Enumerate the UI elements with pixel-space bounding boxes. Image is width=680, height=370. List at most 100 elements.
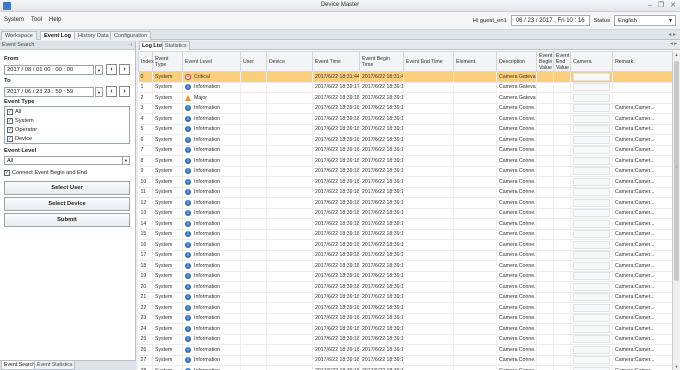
camera-cell-box[interactable]: [573, 93, 610, 102]
from-datetime-input[interactable]: 2017 / 08 / 01 00 : 00 : 00: [4, 65, 94, 75]
table-row[interactable]: 2 System Major 2017/6/22 18:39:18 2017/6/22 …: [138, 92, 672, 104]
table-row[interactable]: 22 System i Information 2017/6/22 18:39:18 20…: [138, 302, 672, 314]
column-header[interactable]: Device: [266, 51, 313, 72]
select-user-button[interactable]: Select User: [4, 181, 130, 195]
camera-cell-box[interactable]: [573, 219, 610, 228]
table-row[interactable]: 4 System i Information 2017/6/22 18:39:18 201…: [138, 113, 672, 125]
table-row[interactable]: 0 System × Critical 2017/6/22 18:31:44 2017/6…: [138, 71, 672, 83]
table-row[interactable]: 25 System i Information 2017/6/22 18:39:18 20…: [138, 334, 672, 345]
table-row[interactable]: 27 System i Information 2017/6/22 18:39:18 20…: [138, 355, 672, 366]
camera-cell-box[interactable]: [573, 198, 610, 207]
camera-cell-box[interactable]: [573, 72, 610, 81]
from-prev-button[interactable]: ‹: [106, 64, 117, 75]
table-row[interactable]: 8 System i Information 2017/6/22 18:39:18 201…: [138, 155, 672, 167]
camera-cell-box[interactable]: [573, 146, 610, 155]
column-header[interactable]: Event Begin Time: [359, 51, 404, 72]
pin-icon[interactable]: ⊣: [128, 41, 132, 50]
table-row[interactable]: 9 System i Information 2017/6/22 18:39:18 201…: [138, 166, 672, 177]
to-datetime-input[interactable]: 2017 / 06 / 23 23 : 59 : 59: [4, 87, 94, 97]
connect-event-checkbox[interactable]: ✓ Connect Event Begin and End: [4, 170, 87, 176]
column-header[interactable]: Event End Value: [553, 51, 571, 72]
camera-cell-box[interactable]: [573, 135, 610, 144]
close-icon[interactable]: ✕: [670, 1, 676, 10]
tab-configuration[interactable]: Configuration: [110, 31, 152, 40]
table-row[interactable]: 6 System i Information 2017/6/22 18:39:18 201…: [138, 134, 672, 146]
tab-event-log[interactable]: Event Log: [40, 31, 76, 40]
select-device-button[interactable]: Select Device: [4, 197, 130, 211]
camera-cell-box[interactable]: [573, 251, 610, 260]
column-header[interactable]: Camera: [570, 51, 613, 72]
column-header[interactable]: User: [240, 51, 267, 72]
table-row[interactable]: 20 System i Information 2017/6/22 18:39:18 20…: [138, 281, 672, 293]
camera-cell-box[interactable]: [573, 324, 610, 333]
column-header[interactable]: Element: [453, 51, 497, 72]
column-header[interactable]: Event Begin Value: [536, 51, 554, 72]
camera-cell-box[interactable]: [573, 356, 610, 365]
scrollbar-thumb[interactable]: [674, 61, 679, 281]
table-row[interactable]: 18 System i Information 2017/6/22 18:39:18 20…: [138, 260, 672, 272]
camera-cell-box[interactable]: [573, 303, 610, 312]
column-header[interactable]: Description: [496, 51, 537, 72]
camera-cell-box[interactable]: [573, 167, 610, 176]
camera-cell-box[interactable]: [573, 209, 610, 218]
table-row[interactable]: 23 System i Information 2017/6/22 18:39:18 20…: [138, 313, 672, 324]
table-row[interactable]: 24 System i Information 2017/6/22 18:39:18 20…: [138, 323, 672, 335]
camera-cell-box[interactable]: [573, 293, 610, 302]
camera-cell-box[interactable]: [573, 125, 610, 134]
minimize-icon[interactable]: –: [648, 1, 652, 10]
column-header[interactable]: Remark: [612, 51, 672, 72]
from-next-button[interactable]: ›: [119, 64, 130, 75]
table-row[interactable]: 5 System i Information 2017/6/22 18:39:18 201…: [138, 124, 672, 135]
tab-event-search[interactable]: Event Search: [1, 361, 39, 370]
event-level-select[interactable]: All ▼: [4, 156, 130, 165]
to-dropdown-button[interactable]: ▼: [95, 87, 103, 97]
camera-cell-box[interactable]: [573, 83, 610, 92]
to-prev-button[interactable]: ‹: [106, 86, 117, 97]
camera-cell-box[interactable]: [573, 230, 610, 239]
camera-cell-box[interactable]: [573, 156, 610, 165]
to-next-button[interactable]: ›: [119, 86, 130, 97]
camera-cell-box[interactable]: [573, 114, 610, 123]
camera-cell-box[interactable]: [573, 272, 610, 281]
table-row[interactable]: 1 System i Information 2017/6/22 18:39:17 201…: [138, 82, 672, 93]
subtab-scroll-arrows[interactable]: ◂ ▸: [670, 41, 677, 47]
camera-cell-box[interactable]: [573, 261, 610, 270]
event-type-all[interactable]: ✓ All: [5, 107, 129, 116]
table-row[interactable]: 16 System i Information 2017/6/22 18:39:18 20…: [138, 239, 672, 251]
event-type-system[interactable]: ✓ System: [5, 116, 129, 125]
tab-workspace[interactable]: Workspace: [1, 31, 37, 40]
table-row[interactable]: 7 System i Information 2017/6/22 18:39:18 201…: [138, 145, 672, 156]
table-row[interactable]: 15 System i Information 2017/6/22 18:39:18 20…: [138, 229, 672, 240]
submit-button[interactable]: Submit: [4, 213, 130, 227]
table-row[interactable]: 14 System i Information 2017/6/22 18:39:18 20…: [138, 218, 672, 230]
table-row[interactable]: 26 System i Information 2017/6/22 18:39:18 20…: [138, 344, 672, 356]
menu-system[interactable]: System: [4, 17, 24, 23]
column-header[interactable]: Event Type: [152, 51, 183, 72]
vertical-scrollbar[interactable]: ▲ ≡ ▼: [672, 51, 680, 370]
language-select[interactable]: English ▼: [614, 15, 676, 26]
camera-cell-box[interactable]: [573, 177, 610, 186]
column-header[interactable]: Event End Time: [403, 51, 454, 72]
column-header[interactable]: Event Time: [312, 51, 360, 72]
scroll-up-icon[interactable]: ▲: [673, 51, 680, 58]
column-header[interactable]: Index: [138, 51, 154, 72]
camera-cell-box[interactable]: [573, 282, 610, 291]
table-row[interactable]: 13 System i Information 2017/6/22 18:39:18 20…: [138, 208, 672, 219]
event-type-operator[interactable]: ✓ Operator: [5, 125, 129, 134]
table-row[interactable]: 28SystemiInformation 2017/6/22 18:39:1820…: [138, 365, 672, 370]
table-row[interactable]: 11 System i Information 2017/6/22 18:39:18 20…: [138, 187, 672, 198]
column-header[interactable]: Event Level: [182, 51, 241, 72]
table-row[interactable]: 17 System i Information 2017/6/22 18:39:18 20…: [138, 250, 672, 261]
camera-cell-box[interactable]: [573, 314, 610, 323]
maximize-icon[interactable]: ❐: [658, 1, 664, 10]
menu-tool[interactable]: Tool: [31, 17, 42, 23]
tab-event-statistics[interactable]: Event Statistics: [34, 361, 76, 370]
tab-history-data[interactable]: History Data: [74, 31, 113, 40]
camera-cell-box[interactable]: [573, 240, 610, 249]
event-type-device[interactable]: ✓ Device: [5, 134, 129, 143]
camera-cell-box[interactable]: [573, 345, 610, 354]
scroll-down-icon[interactable]: ▼: [673, 363, 680, 370]
from-dropdown-button[interactable]: ▼: [95, 65, 103, 75]
tab-statistics[interactable]: Statistics: [162, 41, 190, 50]
table-row[interactable]: 12 System i Information 2017/6/22 18:39:18 20…: [138, 197, 672, 209]
